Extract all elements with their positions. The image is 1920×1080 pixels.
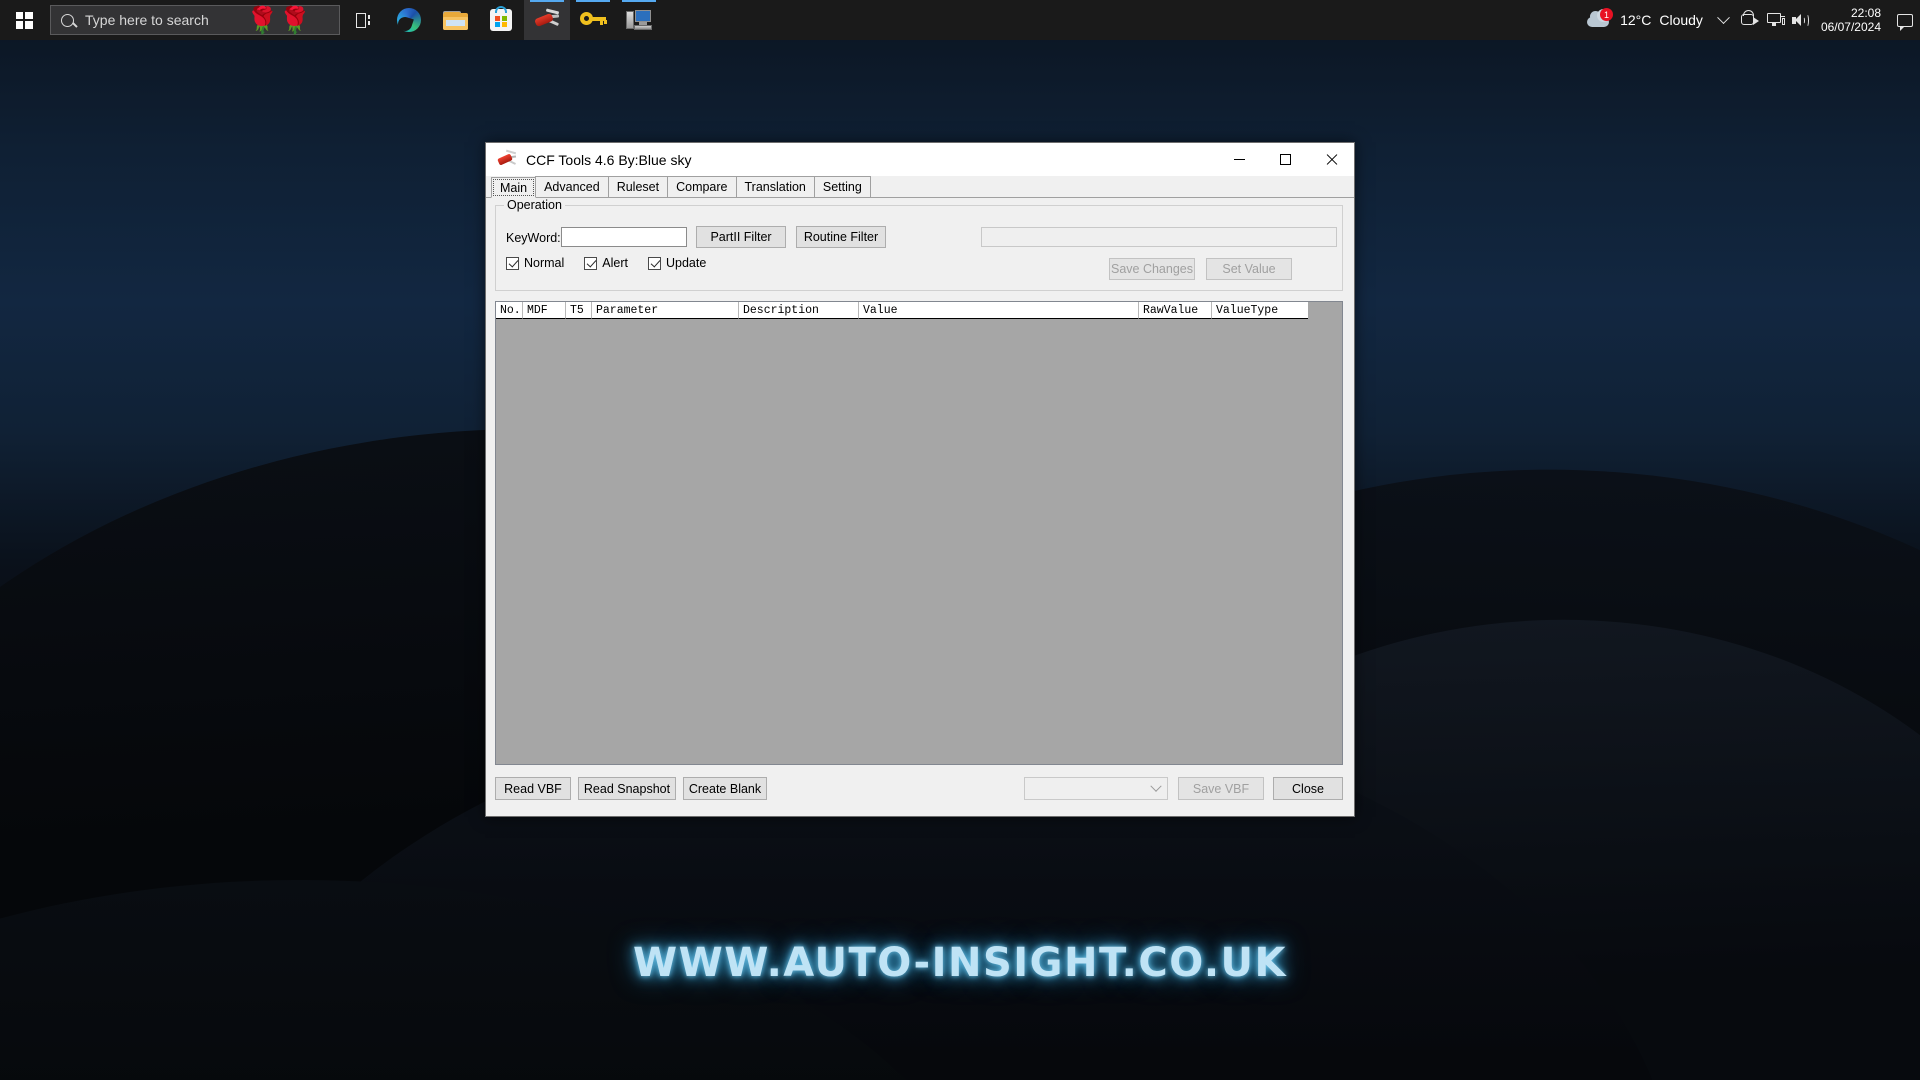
- save-changes-button[interactable]: Save Changes: [1109, 258, 1195, 280]
- read-vbf-button[interactable]: Read VBF: [495, 777, 571, 800]
- network-icon: [1766, 12, 1785, 28]
- taskbar-item-microsoft-store[interactable]: [478, 0, 524, 40]
- camera-icon: [1740, 10, 1759, 27]
- save-vbf-button[interactable]: Save VBF: [1178, 777, 1264, 800]
- roses-icon: 🌹🌹: [246, 5, 311, 35]
- close-dialog-button[interactable]: Close: [1273, 777, 1343, 800]
- window-title: CCF Tools 4.6 By:Blue sky: [526, 151, 692, 168]
- weather-condition: Cloudy: [1659, 12, 1703, 28]
- checkbox-update-box[interactable]: [648, 256, 661, 270]
- vbf-select-dropdown[interactable]: [1024, 777, 1168, 800]
- search-placeholder: Type here to search: [85, 12, 209, 28]
- grid-column-parameter[interactable]: Parameter: [592, 302, 739, 319]
- checkbox-alert-label: Alert: [602, 256, 628, 270]
- routine-filter-button[interactable]: Routine Filter: [796, 226, 886, 248]
- taskbar-item-remote-pc[interactable]: [616, 0, 662, 40]
- taskbar-item-file-explorer[interactable]: [432, 0, 478, 40]
- speech-bubble-icon: [1897, 13, 1913, 31]
- minimize-button[interactable]: [1216, 144, 1262, 176]
- task-view-icon: [354, 12, 372, 28]
- tab-translation[interactable]: Translation: [735, 176, 815, 197]
- parameter-grid[interactable]: No. MDF T5 Parameter Description Value R…: [495, 301, 1343, 765]
- create-blank-button[interactable]: Create Blank: [683, 777, 767, 800]
- ccf-tools-window: CCF Tools 4.6 By:Blue sky Main Advanced …: [485, 142, 1355, 817]
- swiss-army-knife-icon: [497, 149, 517, 169]
- grid-header-row: No. MDF T5 Parameter Description Value R…: [496, 302, 1308, 319]
- checkbox-update[interactable]: Update: [648, 256, 706, 270]
- notification-badge: 1: [1600, 8, 1614, 21]
- grid-column-no[interactable]: No.: [496, 302, 523, 319]
- notification-center-button[interactable]: [1890, 0, 1920, 40]
- tab-compare[interactable]: Compare: [667, 176, 737, 197]
- tab-ruleset[interactable]: Ruleset: [607, 176, 669, 197]
- checkbox-alert[interactable]: Alert: [584, 256, 628, 270]
- grid-column-mdf[interactable]: MDF: [523, 302, 566, 319]
- partii-filter-button[interactable]: PartII Filter: [696, 226, 786, 248]
- close-button[interactable]: [1308, 144, 1354, 176]
- cloud-icon: 1: [1586, 8, 1614, 30]
- read-snapshot-button[interactable]: Read Snapshot: [578, 777, 676, 800]
- close-icon: [1325, 153, 1338, 166]
- key-icon: [580, 9, 607, 31]
- taskbar: Type here to search 🌹🌹 1 12°C Cloudy 22:…: [0, 0, 1920, 40]
- set-value-button[interactable]: Set Value: [1206, 258, 1292, 280]
- keyword-label: KeyWord:: [506, 231, 561, 245]
- minimize-icon: [1233, 159, 1245, 160]
- checkbox-normal-box[interactable]: [506, 256, 519, 270]
- window-controls: [1216, 144, 1354, 176]
- weather-widget[interactable]: 1 12°C Cloudy: [1580, 8, 1711, 30]
- tab-setting[interactable]: Setting: [813, 176, 871, 197]
- search-icon: [61, 13, 74, 27]
- tab-advanced[interactable]: Advanced: [535, 176, 609, 197]
- edge-icon: [397, 8, 421, 32]
- clock-date: 06/07/2024: [1820, 20, 1881, 34]
- operation-group-box: Operation KeyWord: PartII Filter Routine…: [495, 198, 1343, 291]
- maximize-button[interactable]: [1262, 144, 1308, 176]
- show-hidden-icons-button[interactable]: [1711, 0, 1737, 40]
- operation-legend: Operation: [504, 198, 565, 212]
- taskbar-item-ccf-tools[interactable]: [524, 0, 570, 40]
- window-titlebar[interactable]: CCF Tools 4.6 By:Blue sky: [486, 143, 1354, 176]
- store-icon: [490, 6, 512, 31]
- tab-main[interactable]: Main: [491, 177, 537, 198]
- search-input[interactable]: Type here to search 🌹🌹: [50, 5, 340, 35]
- status-field: [981, 227, 1337, 247]
- swiss-army-knife-icon: [534, 8, 560, 31]
- chevron-up-icon: [1717, 10, 1731, 24]
- chevron-down-icon: [1150, 780, 1162, 792]
- grid-column-value[interactable]: Value: [859, 302, 1139, 319]
- speaker-icon: [1792, 13, 1811, 28]
- tab-strip: Main Advanced Ruleset Compare Translatio…: [486, 176, 1354, 198]
- clock-time: 22:08: [1850, 6, 1881, 20]
- weather-temperature: 12°C: [1620, 12, 1652, 28]
- grid-column-description[interactable]: Description: [739, 302, 859, 319]
- start-button[interactable]: [0, 0, 48, 40]
- grid-column-valuetype[interactable]: ValueType: [1212, 302, 1308, 319]
- checkbox-normal[interactable]: Normal: [506, 256, 564, 270]
- windows-logo-icon: [15, 11, 33, 29]
- network-button[interactable]: [1763, 0, 1789, 40]
- folder-icon: [442, 10, 468, 30]
- grid-column-t5[interactable]: T5: [566, 302, 592, 319]
- watermark-text: WWW.AUTO-INSIGHT.CO.UK: [632, 940, 1288, 986]
- keyword-input[interactable]: [561, 227, 687, 247]
- checkbox-normal-label: Normal: [524, 256, 565, 270]
- volume-button[interactable]: [1789, 0, 1815, 40]
- system-tray: 1 12°C Cloudy 22:08 06/07/2024: [1580, 0, 1920, 40]
- remote-pc-icon: [626, 9, 652, 31]
- grid-body[interactable]: [496, 319, 1342, 764]
- maximize-icon: [1279, 154, 1291, 165]
- clock-button[interactable]: 22:08 06/07/2024: [1815, 6, 1890, 34]
- checkbox-alert-box[interactable]: [584, 256, 598, 270]
- task-view-button[interactable]: [340, 0, 386, 40]
- checkbox-update-label: Update: [666, 256, 707, 270]
- taskbar-item-edge[interactable]: [386, 0, 432, 40]
- bottom-button-bar: Read VBF Read Snapshot Create Blank Save…: [495, 777, 1343, 803]
- meet-now-button[interactable]: [1737, 0, 1763, 40]
- filter-checkbox-row: Normal Alert Update: [506, 256, 726, 270]
- taskbar-item-key-tool[interactable]: [570, 0, 616, 40]
- grid-column-rawvalue[interactable]: RawValue: [1139, 302, 1212, 319]
